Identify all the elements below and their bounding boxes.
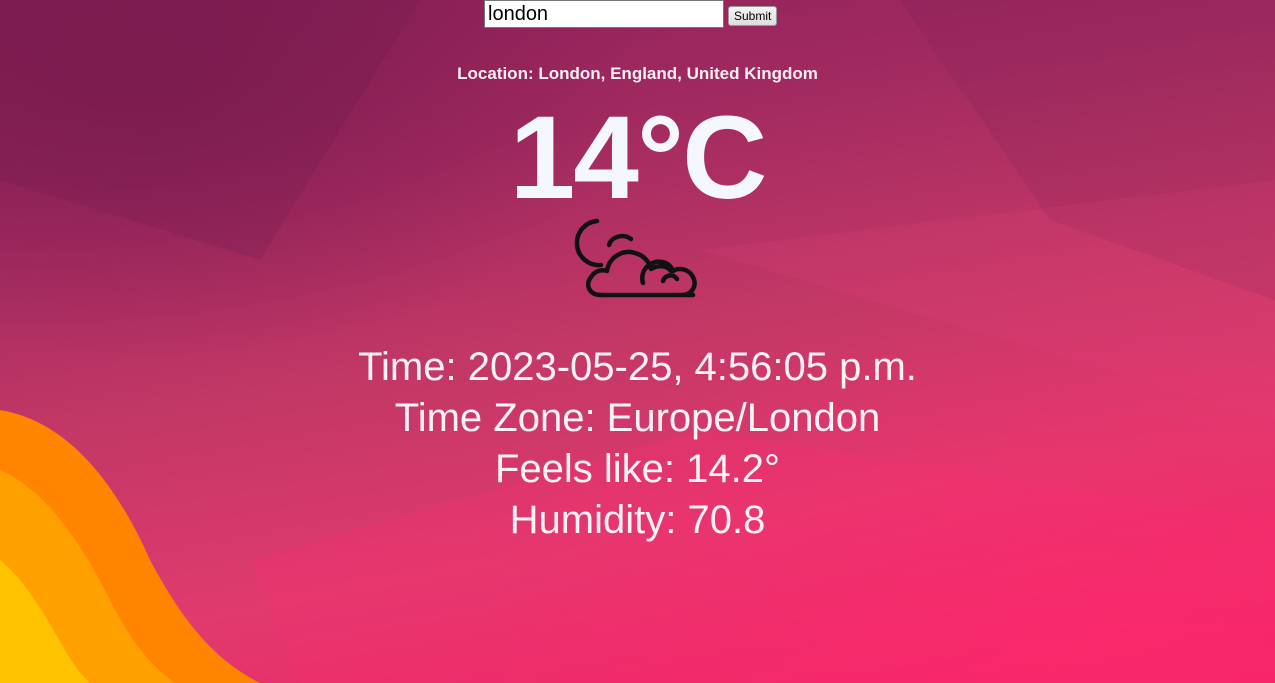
weather-details: Time: 2023-05-25, 4:56:05 p.m. Time Zone…: [0, 342, 1275, 546]
humidity-text: Humidity: 70.8: [509, 498, 766, 542]
submit-button[interactable]: Submit: [728, 6, 778, 26]
cloudy-night-icon: [574, 218, 697, 298]
temperature-display: 14°C: [509, 92, 768, 224]
search-input[interactable]: [484, 0, 724, 28]
location-text: Location: London, England, United Kingdo…: [457, 64, 818, 83]
time-text: Time: 2023-05-25, 4:56:05 p.m.: [358, 345, 917, 389]
search-form: Submit: [484, 0, 778, 28]
feels-like-text: Feels like: 14.2°: [494, 447, 781, 491]
timezone-text: Time Zone: Europe/London: [394, 396, 881, 440]
